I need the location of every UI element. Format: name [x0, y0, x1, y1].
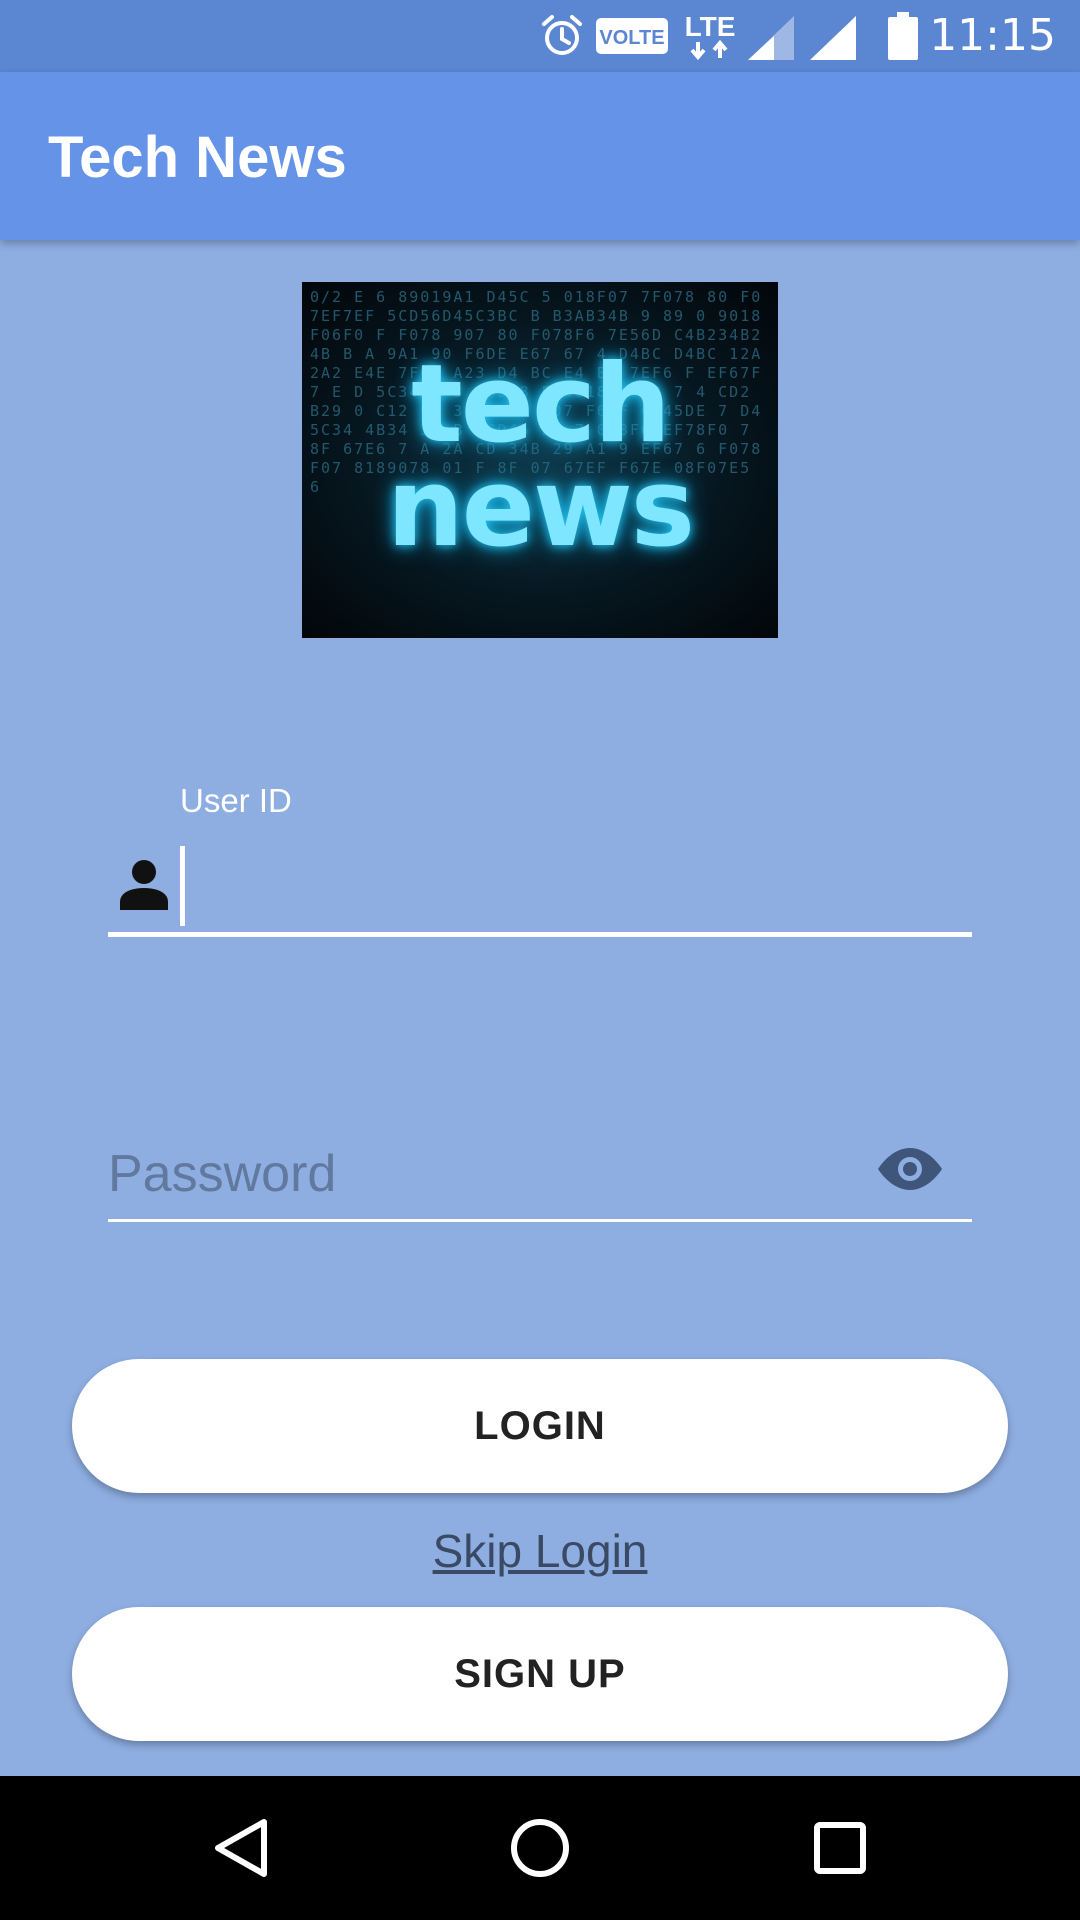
login-button[interactable]: LOGIN	[72, 1359, 1008, 1493]
person-icon	[120, 860, 168, 910]
signal-icon	[810, 16, 856, 60]
status-time: 11:15	[929, 10, 1056, 61]
logo-word-news: news	[386, 446, 695, 571]
app-bar: Tech News	[0, 72, 1080, 240]
eye-icon[interactable]	[876, 1146, 944, 1192]
home-icon[interactable]	[510, 1818, 570, 1878]
password-underline	[108, 1219, 972, 1222]
status-bar: VOLTE LTE 11:15	[0, 0, 1080, 72]
signup-button[interactable]: SIGN UP	[72, 1607, 1008, 1741]
volte-text: VOLTE	[599, 27, 664, 49]
lte-icon: LTE	[685, 11, 736, 61]
app-title: Tech News	[48, 125, 347, 190]
lte-text: LTE	[685, 11, 736, 42]
tech-news-logo: 0/2 E 6 89019A1 D45C 5 018F07 7F078 80 F…	[302, 282, 778, 638]
back-icon[interactable]	[212, 1818, 270, 1878]
text-cursor	[180, 846, 185, 926]
signal-icon	[748, 16, 794, 60]
password-input[interactable]	[108, 1136, 848, 1212]
userid-label: User ID	[180, 782, 292, 819]
recents-icon[interactable]	[814, 1822, 866, 1874]
navigation-bar	[0, 1776, 1080, 1920]
logo-word-tech: tech	[411, 342, 671, 467]
battery-icon	[888, 12, 918, 60]
volte-icon: VOLTE	[596, 18, 668, 54]
userid-input[interactable]	[190, 846, 974, 928]
userid-underline	[108, 932, 972, 937]
login-screen: VOLTE LTE 11:15 Tech News 0/2 E 6 89019A…	[0, 0, 1080, 1920]
alarm-icon	[542, 15, 582, 55]
skip-login-link[interactable]: Skip Login	[0, 1524, 1080, 1578]
